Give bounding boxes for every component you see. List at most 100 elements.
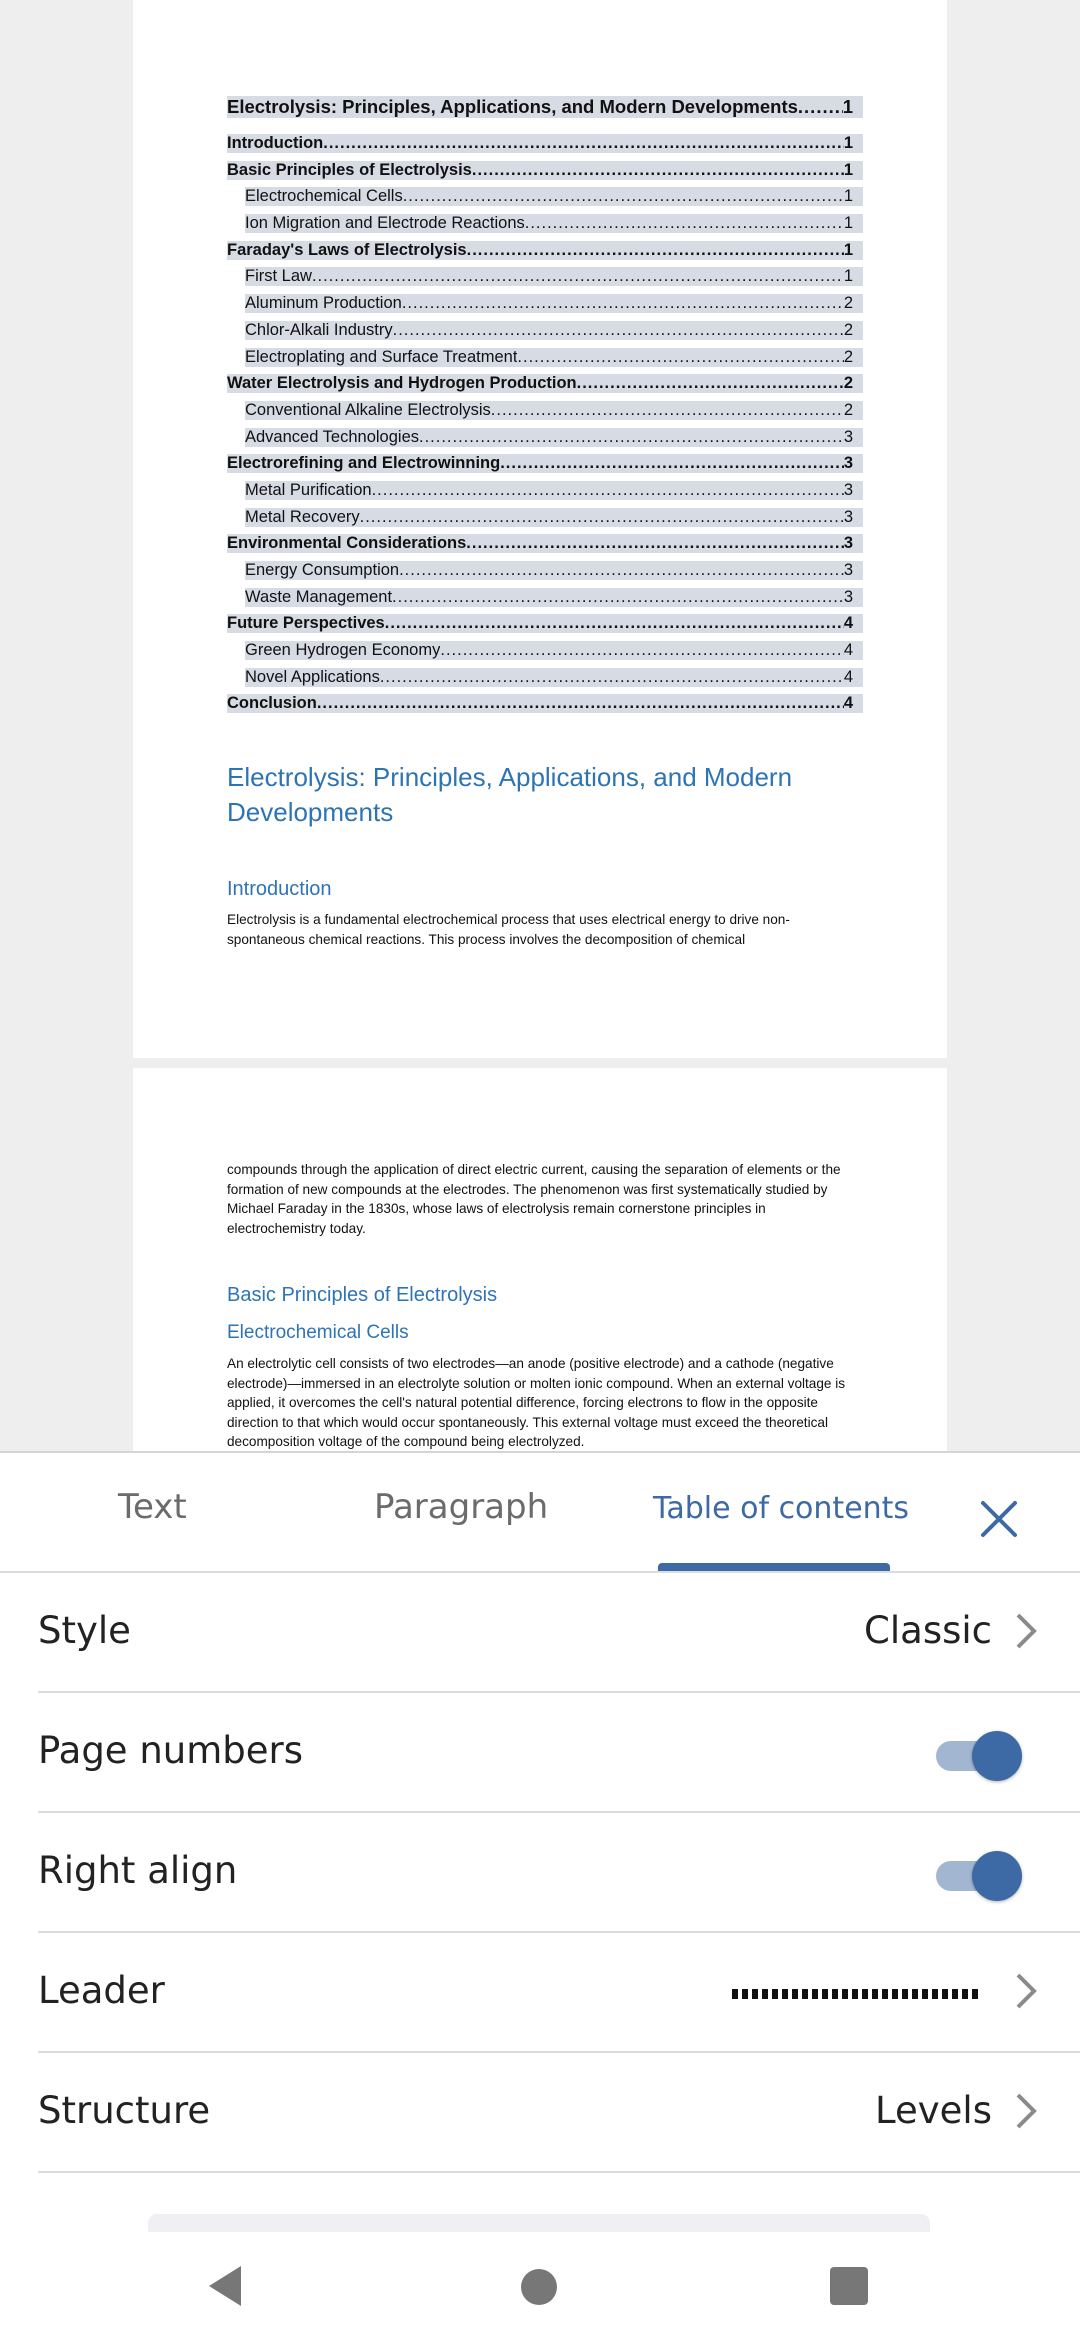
toc-entry-page-number: 1	[843, 160, 863, 180]
toc-entry-page-number: 2	[843, 294, 863, 314]
toc-entry[interactable]: Novel Applications 4	[227, 667, 863, 695]
toc-entry[interactable]: First Law 1	[227, 267, 863, 294]
right-align-label: Right align	[38, 1849, 238, 1892]
toc-entry[interactable]: Electrochemical Cells 1	[227, 187, 863, 214]
structure-value: Levels	[875, 2089, 992, 2132]
toc-entry-title: Introduction	[227, 134, 324, 153]
toc-entry[interactable]: Conclusion 4	[227, 694, 863, 721]
toc-entry-title: Electroplating and Surface Treatment	[245, 347, 518, 367]
toc-entry-page-number: 3	[843, 561, 863, 580]
toc-entry[interactable]: Basic Principles of Electrolysis 1	[227, 160, 863, 188]
right-align-row: Right align	[38, 1813, 1080, 1933]
chevron-right-icon	[1016, 2093, 1037, 2129]
right-align-toggle[interactable]	[936, 1849, 1022, 1901]
toc-entry-page-number: 1	[843, 214, 863, 234]
toc-entry-page-number: 3	[843, 587, 863, 607]
toc-entry[interactable]: Environmental Considerations 3	[227, 534, 863, 561]
toc-entry-title: Waste Management	[245, 587, 393, 607]
recents-icon[interactable]	[829, 2266, 869, 2306]
toc-entry[interactable]: Faraday's Laws of Electrolysis 1	[227, 240, 863, 268]
introduction-heading: Introduction	[227, 878, 332, 900]
tab-paragraph[interactable]: Paragraph	[374, 1487, 548, 1527]
toc-entry[interactable]: Chlor-Alkali Industry 2	[227, 320, 863, 348]
toc-entry-title: First Law	[245, 267, 312, 287]
chevron-right-icon	[1016, 1973, 1037, 2009]
table-of-contents-panel: Text Paragraph Table of contents Style C…	[0, 1451, 1080, 2338]
close-icon[interactable]	[975, 1495, 1023, 1543]
toc-leader-dots	[392, 320, 844, 340]
toc-entry-title: Water Electrolysis and Hydrogen Producti…	[227, 374, 577, 394]
toc-entry[interactable]: Water Electrolysis and Hydrogen Producti…	[227, 374, 863, 401]
toc-entry-title: Novel Applications	[245, 667, 380, 687]
home-icon[interactable]	[520, 2268, 558, 2306]
toc-entry[interactable]: Electrorefining and Electrowinning 3	[227, 454, 863, 481]
toc-entry[interactable]: Advanced Technologies 3	[227, 427, 863, 455]
toc-entry-title: Chlor-Alkali Industry	[245, 320, 393, 340]
style-row[interactable]: Style Classic	[38, 1573, 1080, 1693]
toc-entry[interactable]: Ion Migration and Electrode Reactions 1	[227, 214, 863, 241]
basic-principles-heading: Basic Principles of Electrolysis	[227, 1284, 498, 1306]
panel-tabs: Text Paragraph Table of contents	[0, 1453, 1080, 1573]
toc-leader-dots	[399, 561, 844, 580]
toc-entry[interactable]: Energy Consumption 3	[227, 561, 863, 588]
document-viewport[interactable]: Electrolysis: Principles, Applications, …	[0, 0, 1080, 1454]
toc-leader-dots	[490, 400, 844, 420]
panel-bottom-handle	[148, 2214, 930, 2232]
leader-row[interactable]: Leader	[38, 1933, 1080, 2053]
toc-leader-dots	[517, 347, 844, 367]
toc-leader-dots	[311, 267, 844, 287]
structure-row[interactable]: Structure Levels	[38, 2053, 1080, 2173]
toc-entry-page-number: 3	[843, 507, 863, 527]
toc-leader-dots	[384, 614, 844, 634]
toc-entry[interactable]: Metal Purification 3	[227, 480, 863, 508]
style-label: Style	[38, 1609, 131, 1652]
back-icon[interactable]	[205, 2264, 245, 2308]
toc-entry-title: Ion Migration and Electrode Reactions	[245, 214, 525, 234]
leader-label: Leader	[38, 1969, 165, 2012]
toc-leader-dots	[440, 641, 844, 661]
toc-entry-title: Basic Principles of Electrolysis	[227, 160, 472, 180]
toc-entry-title: Aluminum Production	[245, 294, 402, 314]
toc-leader-dots	[359, 507, 844, 527]
toc-entry-page-number: 3	[843, 454, 863, 474]
electrochemical-cells-paragraph: An electrolytic cell consists of two ele…	[227, 1356, 846, 1449]
document-page-1: Electrolysis: Principles, Applications, …	[133, 0, 947, 1058]
document-page-2: compounds through the application of dir…	[133, 1068, 947, 1454]
page-numbers-label: Page numbers	[38, 1729, 304, 1772]
toc-entry-title: Metal Purification	[245, 480, 372, 500]
toc-leader-dots	[392, 587, 844, 607]
introduction-paragraph-continued: compounds through the application of dir…	[227, 1162, 841, 1236]
toc-entry-page-number: 4	[843, 641, 863, 661]
tab-text[interactable]: Text	[118, 1487, 187, 1527]
toc-entry-page-number: 1	[843, 240, 863, 260]
toc-entry[interactable]: Conventional Alkaline Electrolysis 2	[227, 400, 863, 428]
tab-table-of-contents[interactable]: Table of contents	[653, 1491, 909, 1526]
toc-entry[interactable]: Future Perspectives 4	[227, 614, 863, 641]
toc-entry-page-number: 4	[843, 614, 863, 634]
toc-entry-title: Green Hydrogen Economy	[245, 641, 441, 661]
toc-entry-page-number: 4	[843, 667, 863, 687]
document-title-heading: Electrolysis: Principles, Applications, …	[227, 762, 793, 827]
toc-entry-title: Faraday's Laws of Electrolysis	[227, 240, 467, 260]
introduction-paragraph: Electrolysis is a fundamental electroche…	[227, 912, 790, 947]
system-navigation-bar	[0, 2236, 1080, 2336]
toc-entry[interactable]: Aluminum Production 2	[227, 294, 863, 321]
toc-entry[interactable]: Waste Management 3	[227, 587, 863, 615]
page-numbers-row: Page numbers	[38, 1693, 1080, 1813]
toc-leader-dots	[576, 374, 844, 394]
toc-entry-page-number: 1	[843, 134, 863, 153]
toc-entry[interactable]: Green Hydrogen Economy 4	[227, 641, 863, 668]
toc-leader-dots	[379, 667, 844, 687]
toc-leader-dots	[371, 480, 844, 500]
leader-dotted-preview	[732, 1989, 982, 1999]
active-tab-indicator	[658, 1563, 890, 1571]
toc-entry[interactable]: Electrolysis: Principles, Applications, …	[227, 96, 863, 132]
page-numbers-toggle[interactable]	[936, 1729, 1022, 1781]
toc-entry[interactable]: Metal Recovery 3	[227, 507, 863, 535]
table-of-contents[interactable]: Electrolysis: Principles, Applications, …	[227, 96, 863, 721]
toc-entry[interactable]: Electroplating and Surface Treatment 2	[227, 347, 863, 375]
toc-entry-title: Conclusion	[227, 694, 317, 714]
toc-leader-dots	[316, 694, 844, 714]
toc-leader-dots	[524, 214, 844, 234]
toc-entry[interactable]: Introduction 1	[227, 134, 863, 161]
